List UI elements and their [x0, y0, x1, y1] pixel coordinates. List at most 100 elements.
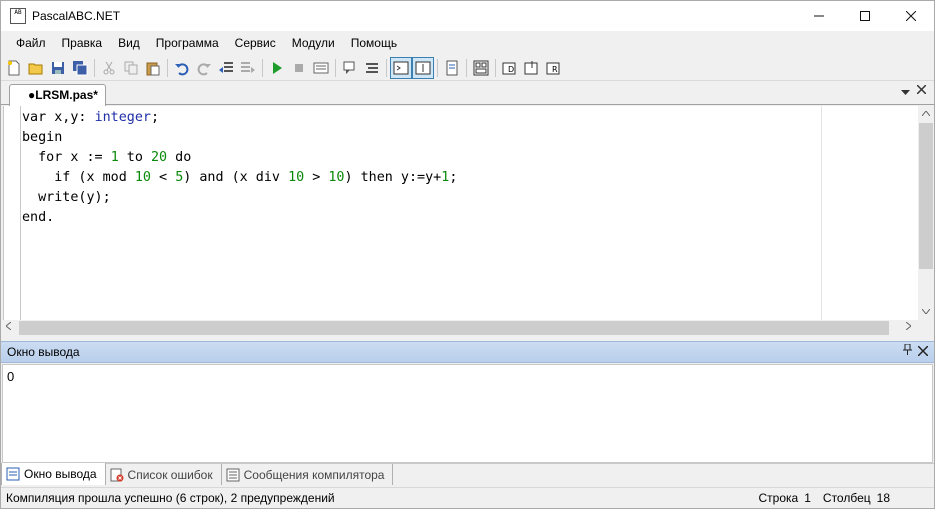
save-icon [52, 61, 64, 74]
horizontal-scroll-thumb[interactable] [19, 321, 889, 335]
code-token: var x,y: [22, 110, 95, 125]
tab-error-list-label: Список ошибок [127, 467, 213, 482]
chevron-left-icon [4, 321, 11, 331]
menu-edit[interactable]: Правка [54, 36, 111, 50]
scroll-down-arrow-icon[interactable] [918, 306, 934, 316]
scrollbar-corner [918, 320, 934, 336]
tab-compiler-messages-label: Сообщения компилятора [243, 467, 385, 482]
menu-file[interactable]: Файл [8, 36, 54, 50]
format-code-button[interactable] [441, 57, 463, 79]
number-literal: 10 [288, 170, 305, 185]
toolbar-separator [335, 58, 336, 77]
title-bar: AB PascalABC.NET [1, 1, 934, 31]
new-file-icon [8, 60, 20, 75]
output-window-toggle[interactable] [390, 56, 412, 79]
debug-step-over-button[interactable] [361, 57, 383, 79]
new-file-button[interactable] [3, 57, 25, 79]
svg-text:R: R [552, 65, 558, 74]
paste-icon [146, 62, 160, 75]
toolbar-separator [94, 58, 95, 77]
gutter-divider [20, 106, 21, 320]
close-icon [906, 11, 916, 21]
save-all-button[interactable] [69, 57, 91, 79]
document-icon [446, 60, 458, 75]
chevron-down-icon [921, 308, 931, 315]
save-button[interactable] [47, 57, 69, 79]
redo-icon [197, 62, 211, 75]
tab-output-window[interactable]: Окно вывода [1, 463, 106, 485]
input-window-toggle[interactable] [412, 56, 434, 79]
code-line[interactable]: var x,y: integer; [22, 108, 457, 128]
menu-program[interactable]: Программа [148, 36, 227, 50]
minimize-button[interactable] [796, 1, 842, 31]
redo-button[interactable] [193, 57, 215, 79]
code-editor[interactable]: var x,y: integer; begin for x := 1 to 20 … [3, 106, 918, 320]
debug-icon: D [502, 62, 516, 74]
forms-designer-button[interactable] [470, 57, 492, 79]
menu-service[interactable]: Сервис [227, 36, 284, 50]
code-line[interactable]: end. [22, 208, 457, 228]
close-output-panel-button[interactable] [917, 344, 929, 359]
error-list-icon [110, 468, 124, 481]
close-icon [917, 345, 929, 357]
unindent-button[interactable] [215, 57, 237, 79]
code-line[interactable]: write(y); [22, 188, 457, 208]
close-tab-button[interactable] [916, 83, 927, 97]
code-line[interactable]: begin [22, 128, 457, 148]
tab-compiler-messages[interactable]: Сообщения компилятора [222, 464, 394, 485]
tab-error-list[interactable]: Список ошибок [106, 464, 222, 485]
vertical-scroll-thumb[interactable] [919, 123, 933, 269]
chevron-down-icon [901, 90, 910, 95]
vertical-scrollbar[interactable] [918, 106, 934, 320]
menu-help[interactable]: Помощь [343, 36, 405, 50]
code-line[interactable]: if (x mod 10 < 5) and (x div 10 > 10) th… [22, 168, 457, 188]
scroll-left-arrow-icon[interactable] [3, 321, 13, 332]
close-icon [916, 84, 927, 95]
stop-button[interactable] [288, 57, 310, 79]
code-text[interactable]: var x,y: integer; begin for x := 1 to 20 … [22, 108, 457, 228]
tab-lrsm-pas[interactable]: ●LRSM.pas* [9, 84, 106, 106]
output-text-area[interactable]: 0 [2, 364, 933, 463]
scroll-right-arrow-icon[interactable] [903, 321, 913, 332]
right-margin-line [821, 106, 822, 320]
menu-modules[interactable]: Модули [284, 36, 343, 50]
pin-button[interactable] [903, 343, 912, 358]
code-token: > [304, 170, 329, 185]
close-window-button[interactable] [888, 1, 934, 31]
menu-bar: Файл Правка Вид Программа Сервис Модули … [1, 31, 934, 55]
cut-button[interactable] [98, 57, 120, 79]
step-out-button[interactable]: R [543, 57, 565, 79]
debug-button[interactable]: D [499, 57, 521, 79]
menu-view[interactable]: Вид [110, 36, 148, 50]
compile-button[interactable] [310, 57, 332, 79]
scroll-up-arrow-icon[interactable] [918, 108, 934, 118]
undo-button[interactable] [171, 57, 193, 79]
comment-icon [343, 61, 355, 74]
debug-step-button[interactable] [339, 57, 361, 79]
code-token: ; [449, 170, 458, 185]
output-window-icon [6, 467, 20, 481]
save-all-icon [73, 60, 88, 75]
play-icon [273, 61, 282, 74]
copy-button[interactable] [120, 57, 142, 79]
run-button[interactable] [266, 57, 288, 79]
code-line[interactable]: for x := 1 to 20 do [22, 148, 457, 168]
output-panel-header: Окно вывода [1, 341, 934, 363]
step-into-button[interactable] [521, 57, 543, 79]
maximize-button[interactable] [842, 1, 888, 31]
horizontal-scrollbar[interactable] [1, 320, 918, 336]
undo-icon [175, 62, 189, 75]
console-icon [393, 61, 409, 74]
column-label: Столбец [822, 491, 871, 505]
number-literal: 20 [151, 150, 168, 165]
code-token: for x := [22, 150, 111, 165]
output-text: 0 [7, 369, 15, 384]
paste-button[interactable] [142, 57, 164, 79]
pascalabc-app-icon: AB [10, 8, 26, 24]
code-token: do [167, 150, 192, 165]
open-folder-icon [28, 63, 43, 74]
indent-button[interactable] [237, 57, 259, 79]
chevron-up-icon [921, 110, 931, 117]
tab-list-dropdown[interactable] [901, 85, 910, 99]
open-file-button[interactable] [25, 57, 47, 79]
